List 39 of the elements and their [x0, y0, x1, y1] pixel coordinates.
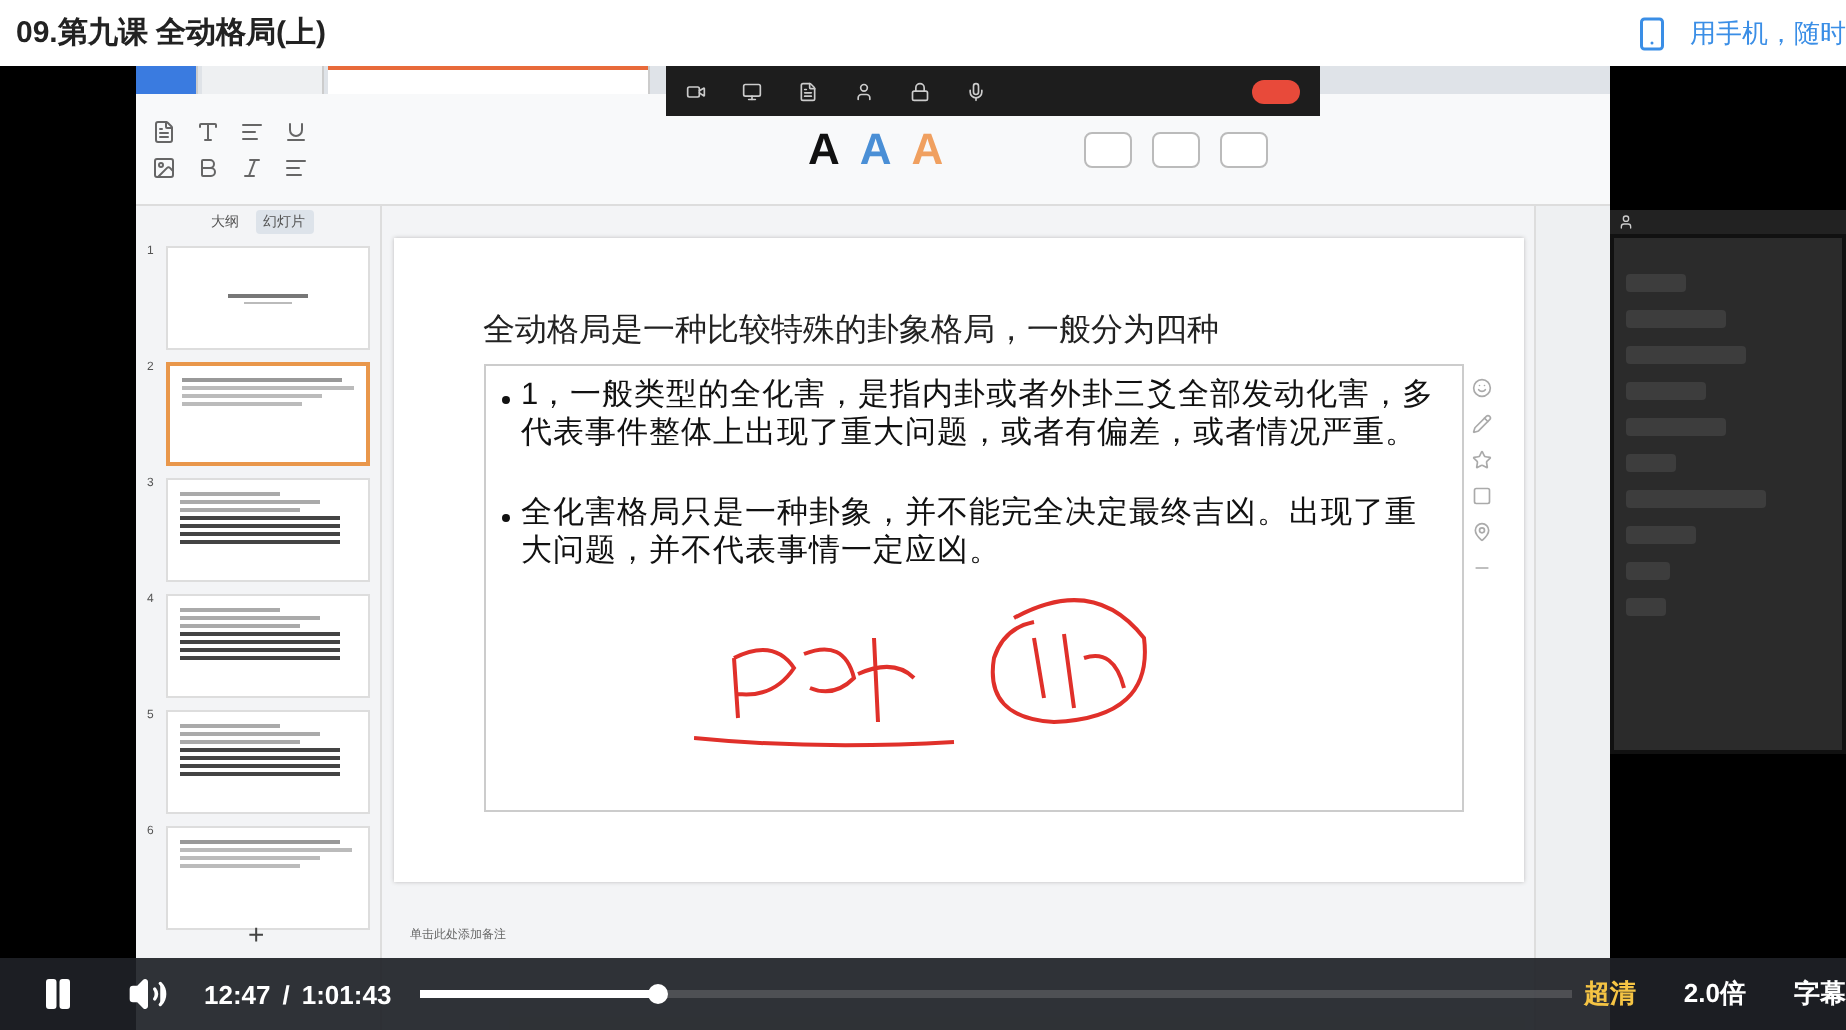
player-option[interactable]: 字幕	[1794, 976, 1846, 1012]
duration: 1:01:43	[301, 979, 392, 1009]
text-style-preview[interactable]: A	[808, 123, 840, 175]
star-icon[interactable]	[1471, 450, 1491, 470]
lock-icon[interactable]	[910, 81, 930, 101]
italic-icon[interactable]	[240, 155, 264, 179]
document-icon[interactable]	[798, 81, 818, 101]
align-icon[interactable]	[284, 155, 308, 179]
bold-icon[interactable]	[196, 155, 220, 179]
text-frame[interactable]: 1，一般类型的全化害，是指内卦或者外卦三爻全部发动化害，多代表事件整体上出现了重大问题，或者有偏差，或者情况严重。 全化害格局只是一种卦象，并不能完全决定最终吉凶。出现了重大问题，并不代表事情一定应凶。	[483, 364, 1463, 812]
player-option[interactable]: 超清	[1583, 976, 1636, 1012]
align-icon[interactable]	[240, 119, 264, 143]
image-icon[interactable]	[152, 155, 176, 179]
video-title: 09.第九课 全动格局(上)	[16, 14, 327, 52]
bullet-text: 全化害格局只是一种卦象，并不能完全决定最终吉凶。出现了重大问题，并不代表事情一定应凶。	[521, 496, 1419, 571]
app-tab[interactable]	[328, 66, 650, 94]
current-time: 12:47	[204, 979, 271, 1009]
video-icon[interactable]	[686, 81, 706, 101]
text-box-icon[interactable]	[152, 119, 176, 143]
time-separator: /	[282, 979, 290, 1009]
user-icon	[1618, 214, 1634, 230]
monitor-icon[interactable]	[742, 81, 762, 101]
add-slide-button[interactable]: +	[248, 918, 265, 950]
slide-thumbnail[interactable]	[165, 362, 369, 466]
player-option[interactable]: 2.0倍	[1683, 976, 1746, 1012]
underline-icon[interactable]	[284, 119, 308, 143]
slide-heading: 全动格局是一种比较特殊的卦象格局，一般分为四种	[483, 311, 1221, 352]
volume-button[interactable]	[128, 974, 168, 1014]
bullet-dot	[501, 514, 509, 523]
bullet-dot	[501, 396, 509, 404]
pause-button[interactable]	[40, 976, 76, 1012]
progress-thumb[interactable]	[647, 984, 668, 1004]
end-button[interactable]	[1252, 79, 1300, 103]
user-icon[interactable]	[854, 81, 874, 101]
microphone-icon[interactable]	[966, 81, 986, 101]
bullet-text: 1，一般类型的全化害，是指内卦或者外卦三爻全部发动化害，多代表事件整体上出现了重大问题，或者有偏差，或者情况严重。	[521, 378, 1437, 453]
app-tab[interactable]	[136, 66, 198, 94]
phone-icon	[1634, 15, 1670, 51]
font-icon[interactable]	[196, 119, 220, 143]
